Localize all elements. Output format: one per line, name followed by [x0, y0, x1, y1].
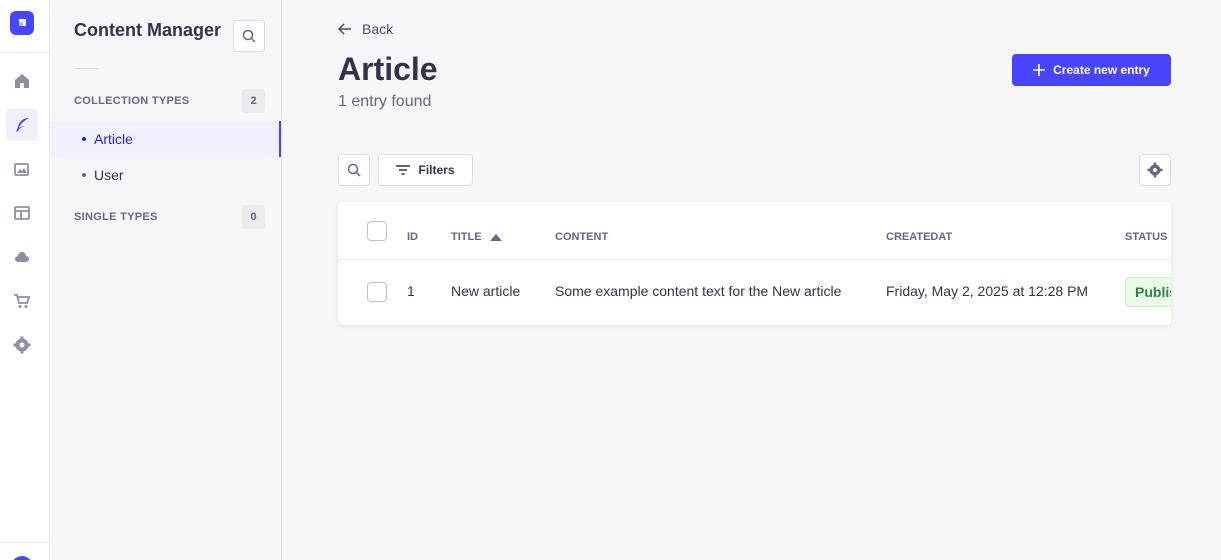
cell-id: 1: [407, 283, 415, 299]
arrow-left-icon: [338, 23, 351, 35]
row-checkbox[interactable]: [367, 282, 387, 302]
status-badge: Published: [1125, 277, 1171, 307]
subnav-divider: [74, 68, 98, 69]
create-new-entry-label: Create new entry: [1053, 63, 1150, 77]
nav-cloud[interactable]: [6, 241, 38, 273]
strapi-logo-icon[interactable]: [10, 11, 34, 35]
entry-count: 1 entry found: [338, 93, 432, 110]
bullet-icon: [82, 137, 86, 141]
select-all-checkbox[interactable]: [367, 221, 387, 241]
content-manager-subnav: Content Manager COLLECTION TYPES 2 Artic…: [50, 0, 282, 560]
plus-icon: [1033, 64, 1046, 76]
cell-createdat: Friday, May 2, 2025 at 12:28 PM: [886, 283, 1089, 299]
entries-table: ID TITLE CONTENT CREATEDAT STATUS 1 New …: [338, 202, 1171, 325]
table-settings-button[interactable]: [1139, 154, 1171, 186]
back-label: Back: [362, 21, 394, 37]
column-header-status[interactable]: STATUS: [1125, 231, 1167, 243]
sort-ascending-icon: [489, 233, 502, 241]
main-nav-rail: [0, 0, 50, 560]
table-search-button[interactable]: [338, 154, 370, 186]
cart-icon: [14, 294, 31, 308]
home-icon: [15, 74, 29, 88]
filters-button[interactable]: Filters: [378, 154, 473, 186]
nav-settings[interactable]: [6, 329, 38, 361]
page-title: Article: [338, 51, 438, 87]
cell-content: Some example content text for the New ar…: [555, 283, 842, 299]
column-header-label: CONTENT: [555, 231, 609, 243]
images-icon: [14, 163, 29, 176]
search-icon: [347, 163, 361, 177]
subnav-title: Content Manager: [74, 20, 222, 40]
nav-content-manager[interactable]: [6, 109, 38, 141]
single-types-label: SINGLE TYPES: [74, 211, 158, 223]
cell-title: New article: [451, 283, 521, 299]
column-header-title[interactable]: TITLE: [451, 231, 502, 243]
collection-types-label: COLLECTION TYPES: [74, 95, 190, 107]
bullet-icon: [82, 173, 86, 177]
subnav-search-button[interactable]: [233, 20, 265, 52]
gear-icon: [1147, 162, 1163, 178]
column-header-label: CREATEDAT: [886, 231, 953, 243]
rail-bottom-divider: [0, 542, 49, 543]
single-types-count: 0: [242, 205, 265, 229]
nav-media-library[interactable]: [6, 153, 38, 185]
column-header-label: TITLE: [451, 231, 482, 243]
nav-home[interactable]: [6, 65, 38, 97]
column-header-content[interactable]: CONTENT: [555, 231, 608, 243]
avatar[interactable]: [11, 556, 33, 560]
cloud-icon: [15, 252, 29, 262]
collection-types-count: 2: [242, 89, 265, 113]
feather-icon: [16, 118, 29, 132]
column-header-label: ID: [407, 231, 418, 243]
column-header-label: STATUS: [1125, 231, 1168, 243]
create-new-entry-button[interactable]: Create new entry: [1012, 54, 1171, 86]
rail-divider: [0, 52, 49, 53]
search-icon: [242, 29, 256, 43]
table-header-divider: [338, 259, 1171, 260]
filter-icon: [396, 165, 411, 175]
column-header-createdat[interactable]: CREATEDAT: [886, 231, 952, 243]
subnav-item-article[interactable]: Article: [50, 121, 281, 157]
nav-content-type-builder[interactable]: [6, 197, 38, 229]
filters-label: Filters: [418, 163, 455, 177]
gear-icon: [13, 336, 31, 354]
layout-icon: [14, 206, 30, 220]
back-link[interactable]: Back: [338, 21, 393, 37]
subnav-item-user[interactable]: User: [50, 157, 281, 193]
subnav-item-label: Article: [94, 131, 133, 147]
nav-marketplace[interactable]: [6, 285, 38, 317]
column-header-id[interactable]: ID: [407, 231, 418, 243]
subnav-item-label: User: [94, 167, 124, 183]
